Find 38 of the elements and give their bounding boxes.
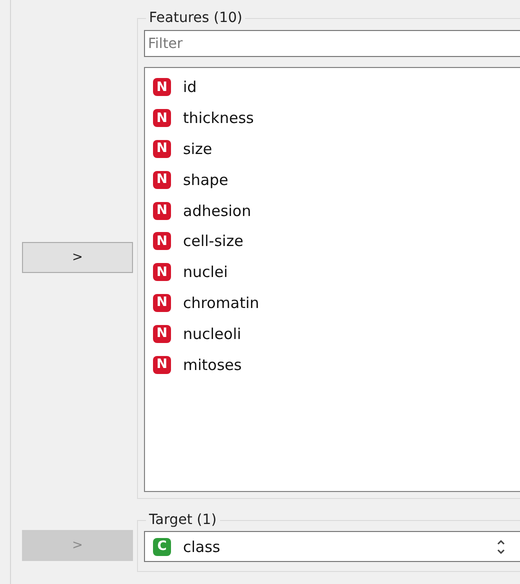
feature-item[interactable]: N nucleoli xyxy=(153,318,520,350)
numeric-icon: N xyxy=(153,232,171,250)
move-button[interactable]: > xyxy=(22,242,133,273)
numeric-icon: N xyxy=(153,324,171,343)
feature-item[interactable]: N id xyxy=(153,72,520,103)
variable-name: chromatin xyxy=(183,294,260,312)
numeric-icon: N xyxy=(153,170,171,189)
variable-name: cell-size xyxy=(183,232,244,250)
numeric-icon: N xyxy=(153,263,171,282)
variable-name: mitoses xyxy=(183,356,242,374)
filter-field[interactable]: Filter xyxy=(144,30,520,57)
feature-item[interactable]: N cell-size xyxy=(153,226,520,257)
numeric-icon: N xyxy=(153,140,171,158)
variable-name: thickness xyxy=(183,109,254,128)
numeric-icon: N xyxy=(153,356,171,374)
variable-name: nuclei xyxy=(183,263,228,282)
feature-item[interactable]: N size xyxy=(153,134,520,164)
variable-name: class xyxy=(183,538,220,556)
variable-name: shape xyxy=(183,170,228,189)
feature-item[interactable]: N mitoses xyxy=(153,349,520,380)
numeric-icon: N xyxy=(153,78,171,96)
variable-name: nucleoli xyxy=(183,324,242,343)
feature-item[interactable]: N shape xyxy=(153,164,520,196)
numeric-icon: N xyxy=(153,202,171,220)
numeric-icon: N xyxy=(153,109,171,128)
variable-name: id xyxy=(183,78,197,96)
categorical-icon: C xyxy=(153,538,171,556)
feature-item[interactable]: N nuclei xyxy=(153,256,520,288)
group-title: Target (1) xyxy=(146,512,220,528)
variable-name: size xyxy=(183,140,212,158)
feature-item[interactable]: N adhesion xyxy=(153,195,520,226)
group-title: Features (10) xyxy=(146,10,246,26)
variable-name: adhesion xyxy=(183,202,252,220)
feature-item[interactable]: N thickness xyxy=(153,102,520,134)
feature-item[interactable]: N chromatin xyxy=(153,288,520,318)
numeric-icon: N xyxy=(153,294,171,312)
features-list[interactable]: N id N thickness N size N shape N adhesion N cell-size N nuclei N chromatin N nucleoli N mitoses xyxy=(144,67,520,492)
target-combo[interactable]: C class xyxy=(144,531,520,562)
